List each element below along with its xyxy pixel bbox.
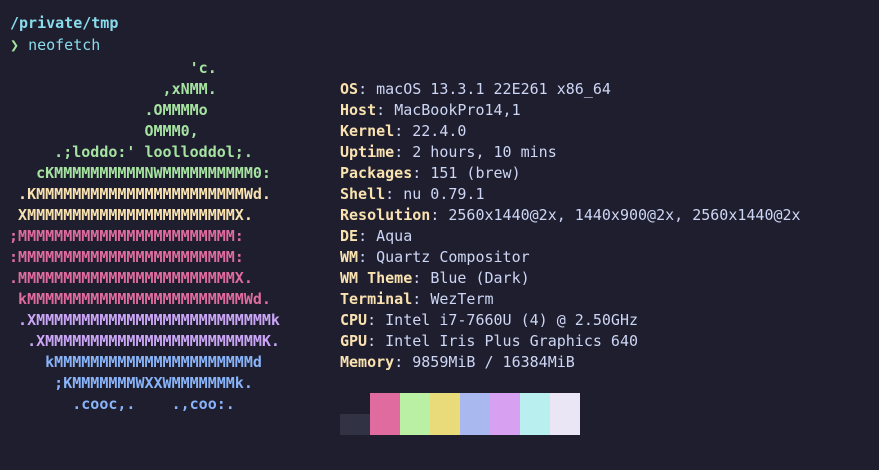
- info-value: 22.4.0: [412, 122, 467, 140]
- current-directory: /private/tmp: [10, 14, 119, 32]
- info-separator: :: [412, 290, 431, 308]
- info-value: 2 hours, 10 mins: [412, 143, 557, 161]
- info-value: Intel i7-7660U (4) @ 2.50GHz: [385, 311, 639, 329]
- logo-line: .OMMMMo: [0, 101, 208, 119]
- info-row: Packages: 151 (brew): [340, 163, 521, 184]
- info-key: Packages: [340, 164, 413, 182]
- info-key: WM: [340, 248, 359, 266]
- logo-line: .;loddo:' loolloddol;.: [0, 143, 253, 161]
- info-key: OS: [340, 80, 359, 98]
- info-row: GPU: Intel Iris Plus Graphics 640: [340, 331, 638, 352]
- info-separator: :: [394, 122, 413, 140]
- logo-line: .XMMMMMMMMMMMMMMMMMMMMMMMMMMk: [0, 311, 280, 329]
- info-row: Memory: 9859MiB / 16384MiB: [340, 352, 575, 373]
- logo-line: .KMMMMMMMMMMMMMMMMMMMMMMMWd.: [0, 185, 271, 203]
- info-row: WM: Quartz Compositor: [340, 247, 530, 268]
- color-swatch: [370, 393, 400, 435]
- info-value: Intel Iris Plus Graphics 640: [385, 332, 639, 350]
- logo-line: ,xNMM.: [0, 80, 217, 98]
- logo-line: 'c.: [0, 59, 217, 77]
- info-separator: :: [394, 353, 413, 371]
- info-key: Kernel: [340, 122, 395, 140]
- info-row: Shell: nu 0.79.1: [340, 184, 485, 205]
- info-key: WM Theme: [340, 269, 413, 287]
- info-row: CPU: Intel i7-7660U (4) @ 2.50GHz: [340, 310, 638, 331]
- info-separator: :: [412, 269, 431, 287]
- info-value: 2560x1440@2x, 1440x900@2x, 2560x1440@2x: [448, 206, 801, 224]
- info-row: WM Theme: Blue (Dark): [340, 268, 530, 289]
- info-value: 9859MiB / 16384MiB: [412, 353, 575, 371]
- info-key: Shell: [340, 185, 386, 203]
- color-swatch: [430, 393, 460, 435]
- info-row: OS: macOS 13.3.1 22E261 x86_64: [340, 79, 611, 100]
- info-separator: :: [367, 332, 386, 350]
- info-separator: :: [367, 311, 386, 329]
- command-text: neofetch: [28, 36, 101, 54]
- info-separator: :: [358, 227, 377, 245]
- logo-line: kMMMMMMMMMMMMMMMMMMMMMMMMWd.: [0, 290, 271, 308]
- info-key: Resolution: [340, 206, 431, 224]
- info-row: Resolution: 2560x1440@2x, 1440x900@2x, 2…: [340, 205, 801, 226]
- logo-line: kMMMMMMMMMMMMMMMMMMMMMMd: [0, 353, 262, 371]
- info-value: 151 (brew): [430, 164, 521, 182]
- info-row: Terminal: WezTerm: [340, 289, 494, 310]
- color-swatch: [520, 393, 550, 435]
- info-key: GPU: [340, 332, 368, 350]
- prompt-symbol: ❯: [10, 36, 20, 54]
- color-swatch: [460, 393, 490, 435]
- info-row: Host: MacBookPro14,1: [340, 100, 521, 121]
- logo-line: .MMMMMMMMMMMMMMMMMMMMMMMMX.: [0, 269, 253, 287]
- info-key: DE: [340, 227, 359, 245]
- info-value: macOS 13.3.1 22E261 x86_64: [376, 80, 611, 98]
- logo-line: ;MMMMMMMMMMMMMMMMMMMMMMMM:: [0, 227, 244, 245]
- info-key: CPU: [340, 311, 368, 329]
- logo-line: OMMM0,: [0, 122, 199, 140]
- info-value: MacBookPro14,1: [394, 101, 521, 119]
- color-swatch: [490, 393, 520, 435]
- info-value: WezTerm: [430, 290, 494, 308]
- info-value: nu 0.79.1: [403, 185, 485, 203]
- info-value: Blue (Dark): [430, 269, 530, 287]
- info-value: Quartz Compositor: [376, 248, 530, 266]
- info-separator: :: [394, 143, 413, 161]
- info-separator: :: [376, 101, 395, 119]
- info-separator: :: [412, 164, 431, 182]
- color-swatch: [400, 393, 430, 435]
- prompt-line: ❯ neofetch: [10, 35, 100, 56]
- info-row: Uptime: 2 hours, 10 mins: [340, 142, 557, 163]
- info-row: DE: Aqua: [340, 226, 412, 247]
- logo-line: cKMMMMMMMMMMNWMMMMMMMMMM0:: [0, 164, 271, 182]
- logo-line: .cooc,. .,coo:.: [0, 395, 235, 413]
- info-key: Terminal: [340, 290, 413, 308]
- terminal-window[interactable]: /private/tmp ❯ neofetch 'c. ,xNMM. .OMMM…: [0, 0, 879, 470]
- info-key: Memory: [340, 353, 395, 371]
- logo-line: .XMMMMMMMMMMMMMMMMMMMMMMMMK.: [0, 332, 280, 350]
- info-separator: :: [358, 248, 377, 266]
- info-separator: :: [385, 185, 404, 203]
- info-row: Kernel: 22.4.0: [340, 121, 466, 142]
- info-key: Host: [340, 101, 377, 119]
- logo-line: ;KMMMMMMMWXXWMMMMMMMk.: [0, 374, 253, 392]
- info-value: Aqua: [376, 227, 413, 245]
- info-separator: :: [430, 206, 449, 224]
- info-key: Uptime: [340, 143, 395, 161]
- info-separator: :: [358, 80, 377, 98]
- color-swatch: [550, 393, 580, 435]
- logo-line: XMMMMMMMMMMMMMMMMMMMMMMMX.: [0, 206, 253, 224]
- logo-line: :MMMMMMMMMMMMMMMMMMMMMMMM:: [0, 248, 244, 266]
- color-swatch: [340, 414, 370, 435]
